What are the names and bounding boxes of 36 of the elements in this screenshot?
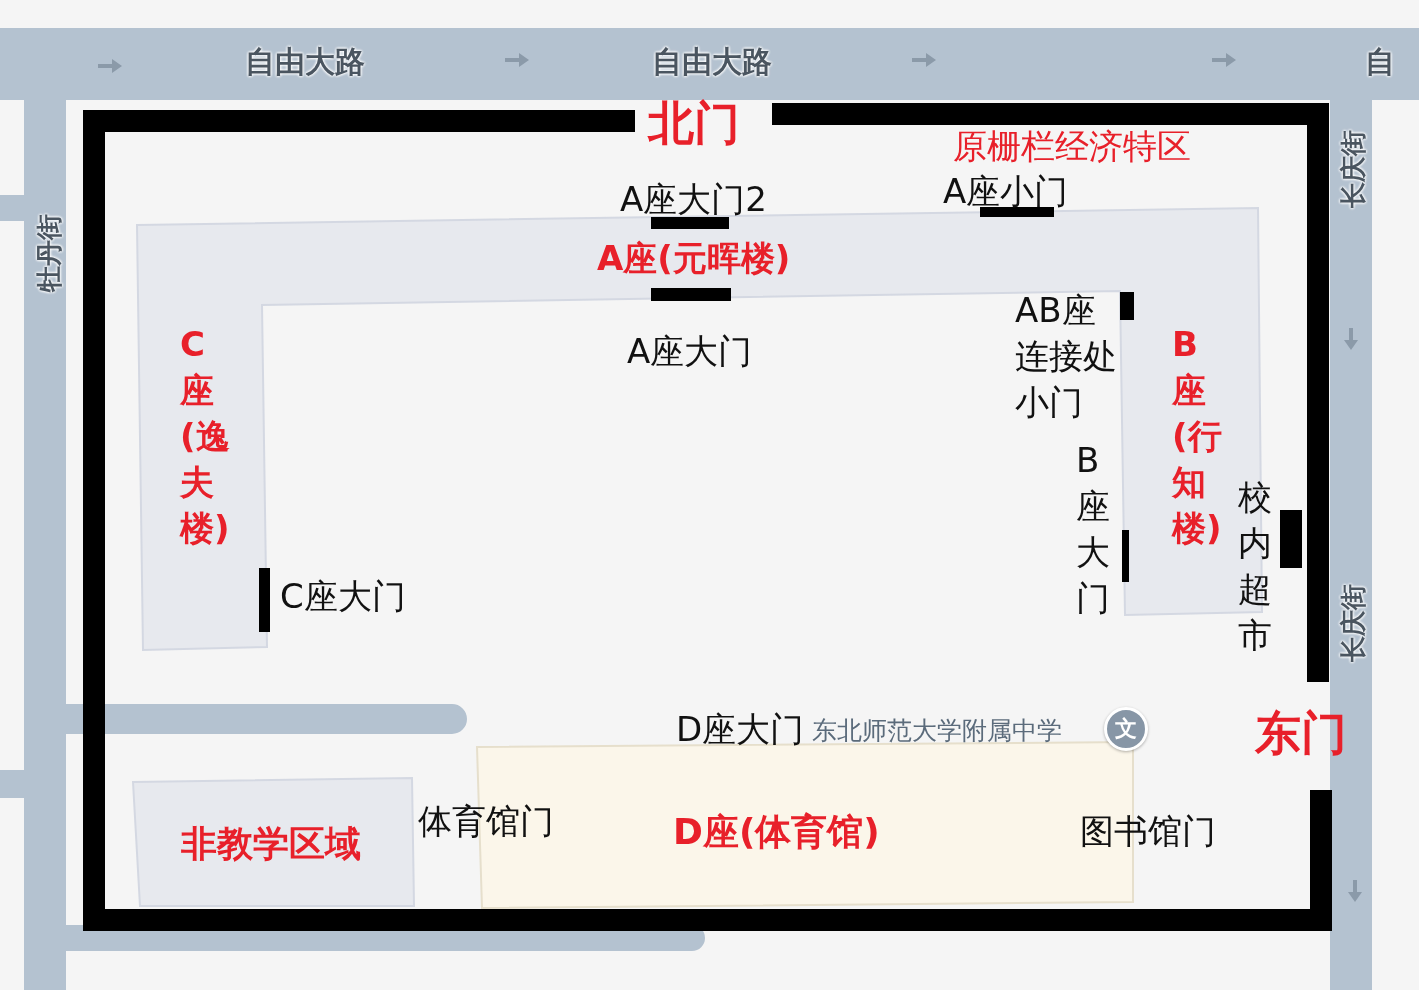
building-label: C座(逸夫楼) [180, 323, 231, 550]
door-label: 图书馆门 [1080, 814, 1216, 850]
door-marker [259, 568, 270, 632]
arrow-icon [505, 53, 529, 67]
gate-label: 东门 [1255, 708, 1347, 759]
street-label: 长庆街 [1337, 130, 1369, 208]
building-label: A座(元晖楼) [597, 237, 791, 280]
street-label: 自由大路 [652, 43, 772, 81]
arrow-icon [912, 53, 936, 67]
arrow-icon [1212, 53, 1236, 67]
door-label: C座大门 [280, 579, 406, 615]
street-label: 自 [1365, 43, 1395, 81]
building-label: 非教学区域 [181, 822, 361, 866]
street-label: 自由大路 [245, 43, 365, 81]
door-label: AB座连接处小门 [1015, 289, 1118, 424]
arrow-icon [98, 59, 122, 73]
door-label: 校内超市 [1238, 476, 1272, 657]
door-label: D座大门 [676, 712, 805, 748]
gate-label: 北门 [648, 98, 740, 149]
door-label: A座小门 [943, 174, 1069, 210]
door-label: A座大门2 [620, 182, 767, 218]
street-label: 牡丹街 [33, 214, 65, 292]
street-label: 长庆街 [1337, 584, 1369, 662]
poi-label: 东北师范大学附属中学 [812, 715, 1062, 747]
poi-marker: 文 [1104, 707, 1148, 751]
building-label: D座(体育馆) [673, 810, 880, 854]
door-label: A座大门 [627, 334, 753, 370]
arrow-icon [1344, 328, 1358, 350]
door-label: B座大门 [1076, 439, 1110, 620]
area-note: 原栅栏经济特区 [953, 128, 1191, 166]
door-marker [1122, 530, 1129, 582]
arrow-icon [1348, 880, 1362, 902]
door-marker [1120, 292, 1134, 320]
building-label: B座(行知楼) [1172, 323, 1223, 550]
door-marker [1280, 510, 1302, 568]
door-label: 体育馆门 [418, 804, 554, 840]
